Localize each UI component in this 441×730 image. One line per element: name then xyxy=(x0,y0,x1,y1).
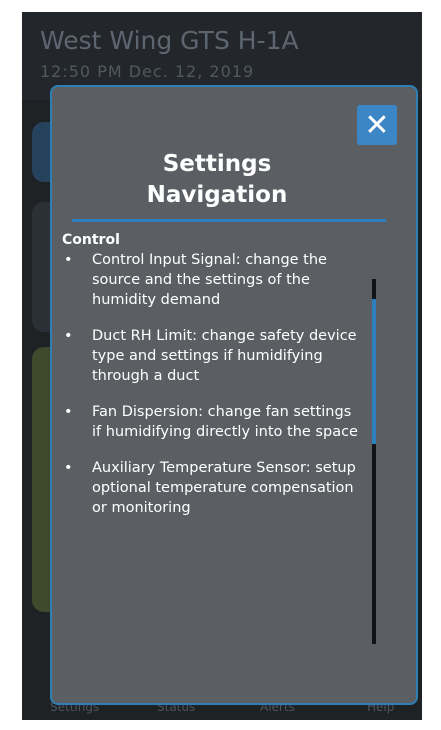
scrollbar-thumb[interactable] xyxy=(372,299,376,444)
list-item: • Duct RH Limit: change safety device typ… xyxy=(62,326,362,386)
close-icon: ✕ xyxy=(364,107,390,143)
list-item: • Auxiliary Temperature Sensor: setup opt… xyxy=(62,458,362,518)
bullet-icon: • xyxy=(64,460,73,476)
list-item: • Control Input Signal: change the source… xyxy=(62,250,362,310)
list-item-text: Auxiliary Temperature Sensor: setup opti… xyxy=(92,460,356,516)
bullet-icon: • xyxy=(64,328,73,344)
bullet-icon: • xyxy=(64,404,73,420)
modal-title-line2: Navigation xyxy=(146,182,288,208)
list-item: • Fan Dispersion: change fan settings if … xyxy=(62,402,362,442)
header-datetime: 12:50 PM Dec. 12, 2019 xyxy=(40,62,255,81)
modal-title: Settings Navigation xyxy=(52,149,382,211)
settings-navigation-modal: ✕ Settings Navigation Control • Control I… xyxy=(50,85,418,705)
modal-title-line1: Settings xyxy=(162,151,272,177)
help-list[interactable]: • Control Input Signal: change the source… xyxy=(62,250,362,534)
bullet-icon: • xyxy=(64,252,73,268)
close-button[interactable]: ✕ xyxy=(357,105,397,145)
title-divider xyxy=(72,219,386,222)
device-title: West Wing GTS H-1A xyxy=(40,26,299,55)
list-item-text: Control Input Signal: change the source … xyxy=(92,252,327,308)
section-label-control: Control xyxy=(62,232,120,248)
list-item-text: Fan Dispersion: change fan settings if h… xyxy=(92,404,358,440)
list-item-text: Duct RH Limit: change safety device type… xyxy=(92,328,357,384)
